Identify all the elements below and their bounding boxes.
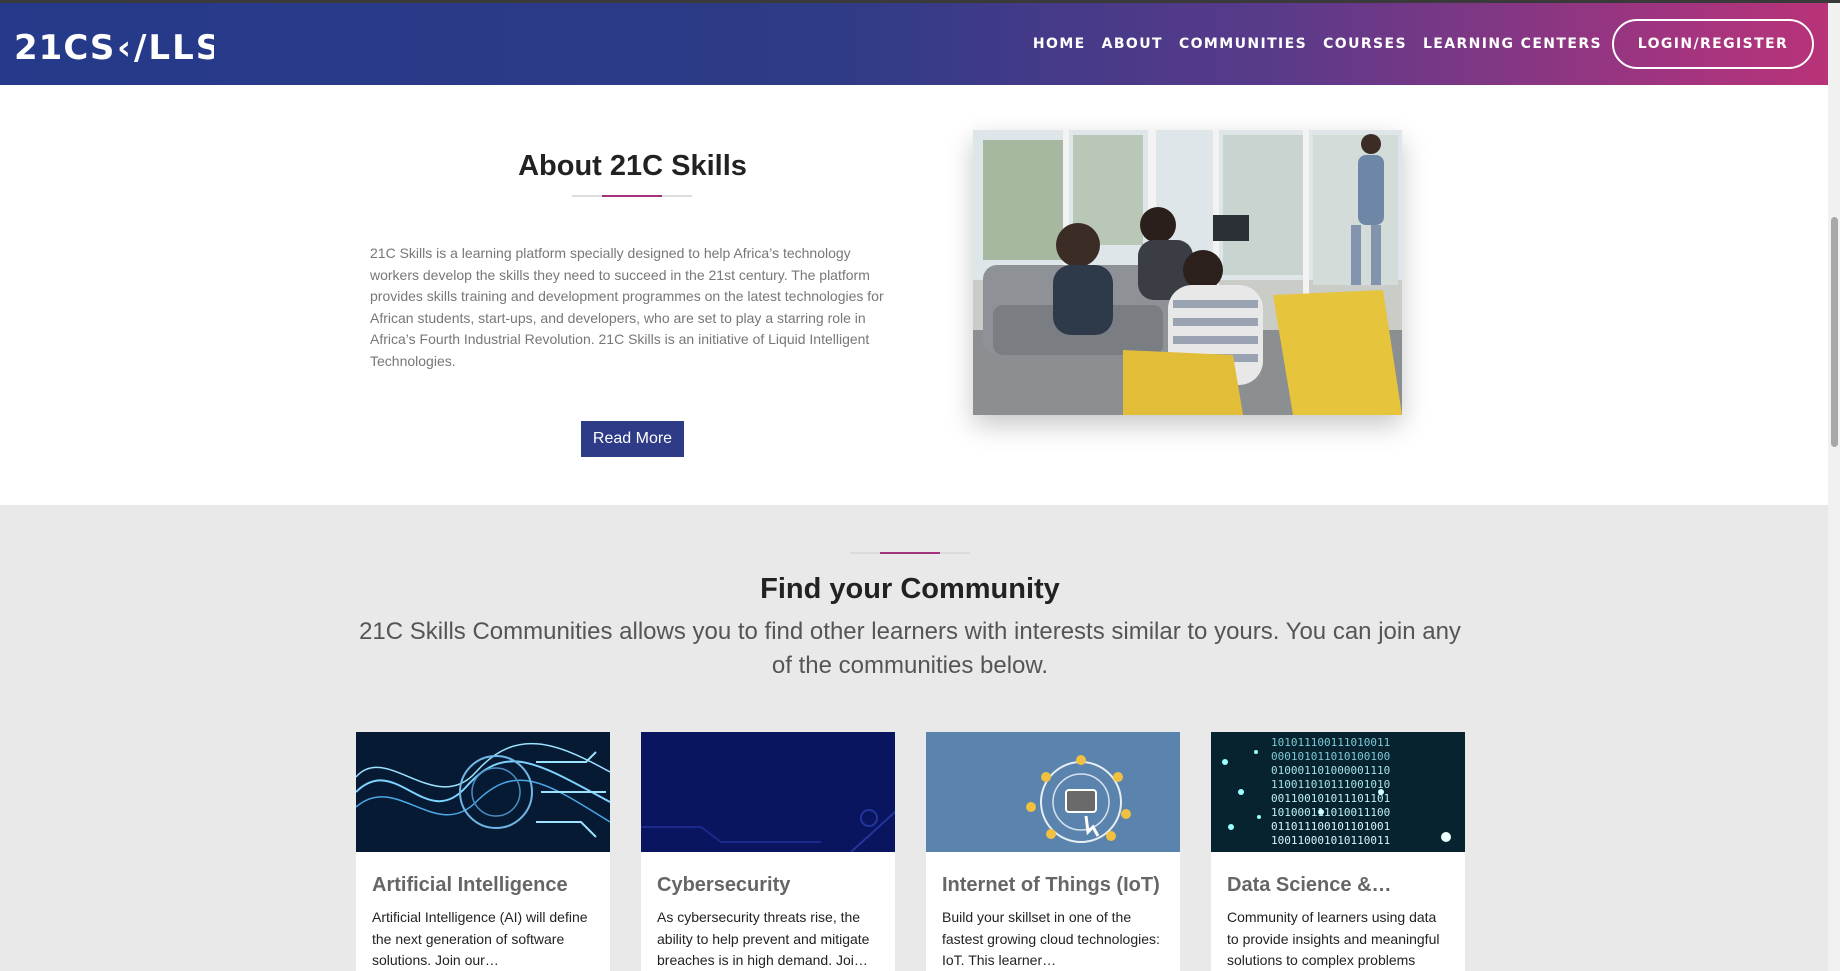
community-card-iot[interactable]: Internet of Things (IoT) Build your skil… [926,732,1180,971]
page: 21CS ‹ /LLS HOME ABOUT COMMUNITIES COURS… [0,0,1840,971]
svg-text:001100101011101101: 001100101011101101 [1271,792,1390,805]
svg-text:100110001010110011: 100110001010110011 [1271,834,1390,847]
about-title: About 21C Skills [518,150,747,182]
binary-data-icon: 101011100111010011 000101011010100100 01… [1211,732,1465,852]
circuit-board-icon [641,732,895,852]
card-description: As cybersecurity threats rise, the abili… [657,909,870,968]
card-description: Community of learners using data to prov… [1227,909,1440,968]
nav-learning-centers[interactable]: LEARNING CENTERS [1423,36,1602,52]
about-description: 21C Skills is a learning platform specia… [370,245,884,369]
read-more-button[interactable]: Read More [581,421,684,457]
svg-text:000101011010100100: 000101011010100100 [1271,750,1390,763]
community-card-data-science[interactable]: 101011100111010011 000101011010100100 01… [1211,732,1465,971]
site-header: 21CS ‹ /LLS HOME ABOUT COMMUNITIES COURS… [0,3,1828,85]
svg-text:110011010111001010: 110011010111001010 [1271,778,1390,791]
main-nav: HOME ABOUT COMMUNITIES COURSES LEARNING … [1017,3,1828,85]
logo-wordmark-icon: 21CS ‹ /LLS [14,28,220,68]
svg-text:101011100111010011: 101011100111010011 [1271,736,1390,749]
about-photo [973,130,1402,415]
divider-accent [880,552,940,554]
site-logo[interactable]: 21CS ‹ /LLS [14,28,220,72]
community-card-ai[interactable]: Artificial Intelligence Artificial Intel… [356,732,610,971]
card-title[interactable]: Cybersecurity [641,852,895,897]
community-card-cybersecurity[interactable]: Cybersecurity As cybersecurity threats r… [641,732,895,971]
community-title: Find your Community [760,573,1060,605]
svg-text:‹: ‹ [117,29,132,65]
svg-text:/LLS: /LLS [134,29,214,65]
card-description: Build your skillset in one of the fastes… [942,909,1160,968]
svg-text:21CS: 21CS [14,29,115,65]
community-title-divider [850,552,970,554]
nav-courses[interactable]: COURSES [1323,36,1407,52]
card-image: 101011100111010011 000101011010100100 01… [1211,732,1465,852]
community-subtitle: 21C Skills Communities allows you to fin… [359,618,1461,679]
svg-text:011011100101101001: 011011100101101001 [1271,820,1390,833]
about-title-divider [572,195,692,197]
card-image [926,732,1180,852]
login-register-button[interactable]: LOGIN/REGISTER [1612,19,1814,69]
iot-network-icon [926,732,1180,852]
about-section: About 21C Skills 21C Skills is a learnin… [0,85,1828,505]
divider-accent [602,195,662,197]
page-scrollbar[interactable] [1828,3,1840,971]
community-section: Find your Community 21C Skills Communiti… [0,505,1828,971]
nav-communities[interactable]: COMMUNITIES [1179,36,1307,52]
card-image [356,732,610,852]
ai-brain-icon [356,732,610,852]
card-title[interactable]: Internet of Things (IoT) [926,852,1180,897]
svg-text:101000111010011100: 101000111010011100 [1271,806,1390,819]
nav-home[interactable]: HOME [1033,36,1086,52]
scrollbar-thumb[interactable] [1831,217,1838,447]
people-working-image [973,130,1402,415]
svg-text:010001101000001110: 010001101000001110 [1271,764,1390,777]
card-title[interactable]: Artificial Intelligence [356,852,610,897]
card-description: Artificial Intelligence (AI) will define… [372,909,588,968]
card-image [641,732,895,852]
card-title[interactable]: Data Science &… [1211,852,1465,897]
nav-about[interactable]: ABOUT [1102,36,1163,52]
